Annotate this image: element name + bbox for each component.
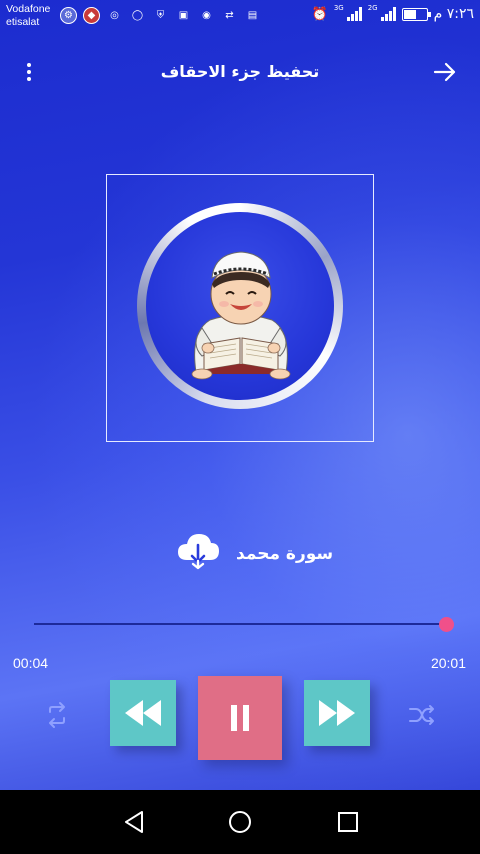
artwork-ring: [137, 203, 343, 409]
storage-icon: ▤: [247, 10, 258, 21]
clock: ٧:٢٦ م: [433, 6, 474, 22]
alarm-icon: ⏰: [311, 6, 328, 22]
fast-forward-icon: [319, 700, 355, 726]
rewind-icon: [125, 700, 161, 726]
pause-button[interactable]: [198, 676, 282, 760]
carrier-name-1: Vodafone: [6, 3, 51, 15]
album-artwork: [106, 174, 374, 442]
whatsapp-icon: ◉: [202, 10, 211, 21]
sync-icon: ⇄: [225, 10, 234, 21]
rewind-button[interactable]: [110, 680, 176, 746]
repeat-button[interactable]: [40, 698, 74, 732]
gallery-icon: ▣: [178, 10, 189, 21]
seek-bar[interactable]: [34, 617, 454, 632]
carrier-name-2: etisalat: [6, 16, 40, 28]
seek-thumb[interactable]: [439, 617, 454, 632]
track-title: سورة محمد: [236, 544, 334, 564]
arrow-right-icon[interactable]: [432, 59, 458, 85]
current-time: 00:04: [13, 655, 49, 671]
repeat-icon: [49, 702, 65, 728]
network-type-2: 2G: [367, 4, 378, 12]
page-title: تحفيظ جزء الاحقاف: [160, 62, 320, 81]
toolbar: تحفيظ جزء الاحقاف: [0, 48, 480, 96]
notification-icons: ⚙ ◆ ◎ ◯ ⛨ ▣ ◉ ⇄ ▤: [60, 7, 261, 24]
status-bar: Vodafone etisalat ⚙ ◆ ◎ ◯ ⛨ ▣ ◉ ⇄ ▤ ⏰ 3G…: [0, 0, 480, 34]
nav-back-icon[interactable]: [120, 808, 148, 836]
seek-progress: [34, 623, 446, 625]
shuffle-icon: [409, 705, 434, 725]
network-type-1: 3G: [333, 4, 344, 12]
cloud-download-icon[interactable]: [176, 530, 220, 570]
app-screen: Vodafone etisalat ⚙ ◆ ◎ ◯ ⛨ ▣ ◉ ⇄ ▤ ⏰ 3G…: [0, 0, 480, 790]
navigation-bar: [0, 790, 480, 854]
boy-reading-quran-illustration: [191, 251, 291, 380]
settings-icon: ◎: [110, 10, 119, 21]
shield-icon: ⛨: [156, 10, 165, 21]
vpn-icon: ⚙: [60, 7, 77, 24]
signal-bars-2-icon: [380, 7, 396, 21]
shuffle-button[interactable]: [405, 698, 439, 732]
carrier-label: Vodafone etisalat: [6, 3, 50, 29]
fast-forward-button[interactable]: [304, 680, 370, 746]
nav-home-icon[interactable]: [226, 808, 254, 836]
pause-icon: [231, 705, 249, 731]
battery-icon: [401, 7, 431, 21]
chat-icon: ◯: [131, 10, 144, 21]
system-status: ⏰ 3G 2G ٧:٢٦ م: [311, 4, 474, 22]
signal-bars-1-icon: [346, 7, 362, 21]
track-info: سورة محمد: [0, 530, 480, 574]
nav-recents-icon[interactable]: [334, 808, 362, 836]
app-icon: ◆: [83, 7, 100, 24]
duration-time: 20:01: [430, 655, 466, 671]
playback-controls: [0, 676, 480, 760]
artwork-disc: [146, 212, 334, 400]
